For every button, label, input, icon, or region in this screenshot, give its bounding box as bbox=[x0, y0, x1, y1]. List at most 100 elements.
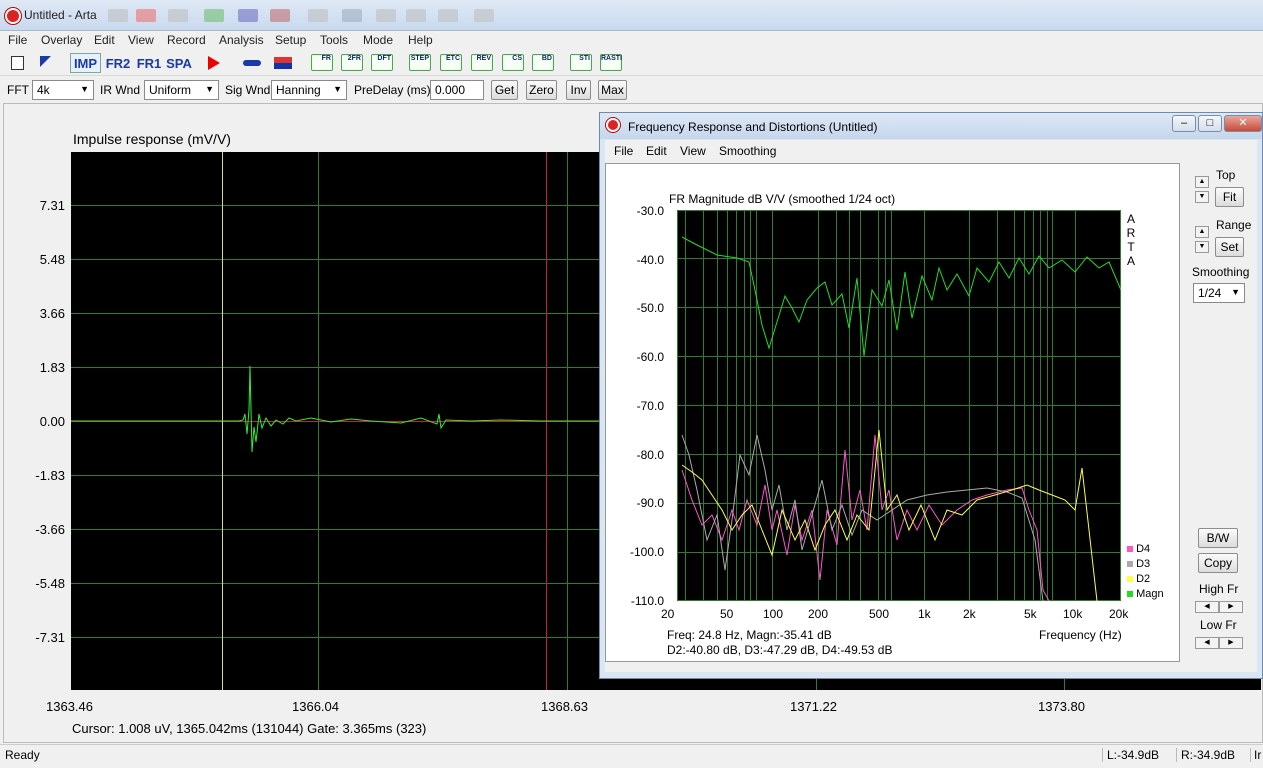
step-icon[interactable]: STEP bbox=[409, 54, 431, 71]
menu-setup[interactable]: Setup bbox=[275, 33, 306, 47]
top-down-arrow-icon[interactable]: ▼ bbox=[1195, 191, 1209, 203]
y-tick: 5.48 bbox=[39, 252, 65, 267]
new-file-icon[interactable] bbox=[11, 56, 24, 70]
smoothing-select[interactable]: 1/24 ▼ bbox=[1193, 283, 1245, 303]
pointer-icon[interactable] bbox=[40, 56, 51, 67]
fr-x-tick: 100 bbox=[763, 607, 784, 621]
impulse-title: Impulse response (mV/V) bbox=[73, 131, 231, 147]
top-up-arrow-icon[interactable]: ▲ bbox=[1195, 176, 1209, 188]
maximize-icon[interactable]: □ bbox=[1198, 115, 1222, 132]
legend-item-magn: Magn bbox=[1127, 587, 1164, 602]
fit-button[interactable]: Fit bbox=[1215, 187, 1244, 207]
menu-view[interactable]: View bbox=[128, 33, 154, 47]
record-icon[interactable] bbox=[136, 9, 156, 22]
window-title: Untitled - Arta bbox=[24, 8, 97, 22]
fr1-mode-button[interactable]: FR1 bbox=[136, 53, 162, 73]
ir-wnd-select[interactable]: Uniform ▼ bbox=[144, 80, 219, 100]
sti-icon[interactable]: STI bbox=[570, 54, 592, 71]
close-icon[interactable]: ✕ bbox=[1224, 115, 1262, 132]
imp-mode-icon[interactable] bbox=[342, 9, 362, 22]
spa-mode-icon[interactable] bbox=[406, 9, 426, 22]
fr-x-tick: 10k bbox=[1063, 607, 1083, 621]
fr-mode-icon[interactable] bbox=[376, 9, 396, 22]
low-fr-left-arrow-icon[interactable]: ◀ bbox=[1195, 637, 1219, 649]
zero-button[interactable]: Zero bbox=[526, 80, 557, 100]
range-up-arrow-icon[interactable]: ▲ bbox=[1195, 226, 1209, 238]
fr-menu-view[interactable]: View bbox=[680, 144, 706, 158]
legend-swatch bbox=[1127, 561, 1133, 567]
signal-icon[interactable] bbox=[238, 9, 258, 22]
fr-menu-edit[interactable]: Edit bbox=[646, 144, 667, 158]
legend-swatch bbox=[1127, 546, 1133, 552]
legend-label: D3 bbox=[1136, 558, 1151, 570]
fr-x-tick: 20k bbox=[1109, 607, 1129, 621]
fft-select[interactable]: 4k ▼ bbox=[32, 80, 94, 100]
imp-mode-button[interactable]: IMP bbox=[70, 53, 101, 73]
legend-item-d2: D2 bbox=[1127, 572, 1164, 587]
high-fr-right-arrow-icon[interactable]: ▶ bbox=[1219, 601, 1243, 613]
inv-button[interactable]: Inv bbox=[566, 80, 591, 100]
tools-icon[interactable] bbox=[474, 9, 494, 22]
x-tick: 1373.80 bbox=[1038, 699, 1085, 714]
menu-analysis[interactable]: Analysis bbox=[219, 33, 264, 47]
bd-icon[interactable]: BD bbox=[532, 54, 554, 71]
play-icon[interactable] bbox=[208, 56, 220, 70]
ir-wnd-value: Uniform bbox=[149, 83, 192, 97]
generator-icon[interactable] bbox=[204, 9, 224, 22]
level-meter-icon[interactable] bbox=[274, 57, 292, 69]
analysis-icon[interactable] bbox=[438, 9, 458, 22]
minimize-icon[interactable]: – bbox=[1172, 115, 1196, 132]
set-button[interactable]: Set bbox=[1215, 237, 1244, 257]
fr-icon[interactable]: FR bbox=[311, 54, 333, 71]
y-tick: -7.31 bbox=[35, 630, 65, 645]
menu-mode[interactable]: Mode bbox=[363, 33, 393, 47]
stop-icon[interactable] bbox=[168, 9, 188, 22]
max-button[interactable]: Max bbox=[598, 80, 627, 100]
menu-overlay[interactable]: Overlay bbox=[41, 33, 82, 47]
high-fr-label: High Fr bbox=[1199, 582, 1239, 596]
menu-edit[interactable]: Edit bbox=[94, 33, 115, 47]
fr-y-tick: -40.0 bbox=[636, 253, 664, 267]
settings-icon[interactable] bbox=[308, 9, 328, 22]
status-left-level: L:-34.9dB bbox=[1102, 748, 1159, 762]
predelay-label: PreDelay (ms) bbox=[354, 83, 431, 97]
generator-icon[interactable] bbox=[243, 60, 261, 66]
range-down-arrow-icon[interactable]: ▼ bbox=[1195, 241, 1209, 253]
bw-button[interactable]: B/W bbox=[1198, 528, 1238, 548]
fr-y-tick: -30.0 bbox=[636, 204, 664, 218]
menu-record[interactable]: Record bbox=[167, 33, 206, 47]
quick-access-icon[interactable] bbox=[108, 9, 128, 22]
fr-readout-distortion: D2:-40.80 dB, D3:-47.29 dB, D4:-49.53 dB bbox=[667, 643, 893, 657]
2fr-icon[interactable]: 2FR bbox=[341, 54, 363, 71]
fr-y-tick: -110.0 bbox=[630, 594, 664, 608]
sig-wnd-select[interactable]: Hanning ▼ bbox=[271, 80, 347, 100]
low-fr-right-arrow-icon[interactable]: ▶ bbox=[1219, 637, 1243, 649]
fr-legend: D4 D3 D2 Magn bbox=[1127, 542, 1164, 602]
x-tick: 1371.22 bbox=[790, 699, 837, 714]
fr-menu-file[interactable]: File bbox=[614, 144, 633, 158]
fr-x-tick: 200 bbox=[808, 607, 829, 621]
cs-icon[interactable]: CS bbox=[502, 54, 524, 71]
spa-mode-button[interactable]: SPA bbox=[166, 53, 192, 73]
fr-y-tick: -90.0 bbox=[636, 496, 664, 510]
fr-menu-smoothing[interactable]: Smoothing bbox=[719, 144, 776, 158]
predelay-input[interactable]: 0.000 bbox=[430, 80, 484, 100]
high-fr-left-arrow-icon[interactable]: ◀ bbox=[1195, 601, 1219, 613]
rasti-icon[interactable]: RASTI bbox=[600, 54, 622, 71]
arta-logo-icon bbox=[5, 8, 21, 24]
level-icon[interactable] bbox=[270, 9, 290, 22]
brand-letter: R bbox=[1126, 226, 1136, 240]
copy-button[interactable]: Copy bbox=[1198, 553, 1238, 573]
dft-icon[interactable]: DFT bbox=[371, 54, 393, 71]
fft-value: 4k bbox=[37, 83, 50, 97]
menu-file[interactable]: File bbox=[8, 33, 27, 47]
get-button[interactable]: Get bbox=[491, 80, 518, 100]
menu-tools[interactable]: Tools bbox=[320, 33, 348, 47]
fr-y-tick: -100.0 bbox=[629, 545, 664, 559]
fr-plot[interactable] bbox=[677, 210, 1121, 601]
rev-icon[interactable]: REV bbox=[471, 54, 493, 71]
menu-help[interactable]: Help bbox=[408, 33, 433, 47]
fr2-mode-button[interactable]: FR2 bbox=[105, 53, 131, 73]
chevron-down-icon: ▼ bbox=[1231, 287, 1240, 297]
etc-icon[interactable]: ETC bbox=[440, 54, 462, 71]
